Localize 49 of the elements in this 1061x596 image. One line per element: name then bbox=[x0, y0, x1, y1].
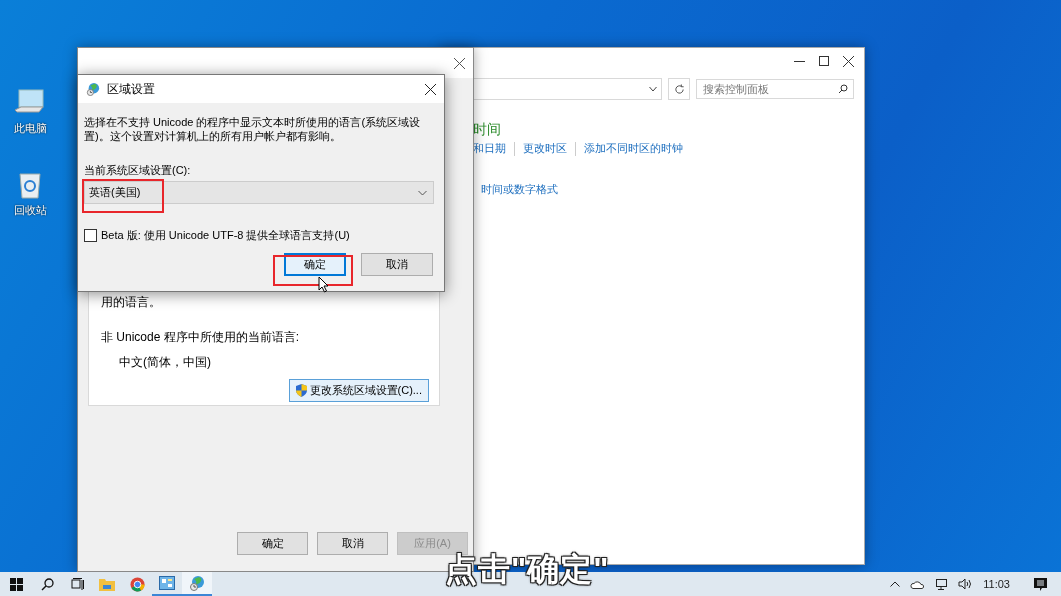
dialog-button[interactable]: 确定 bbox=[284, 253, 346, 276]
close-icon[interactable] bbox=[843, 55, 854, 67]
checkbox-label: Beta 版: 使用 Unicode UTF-8 提供全球语言支持(U) bbox=[101, 228, 350, 243]
search-icon bbox=[838, 84, 848, 94]
close-icon[interactable] bbox=[425, 83, 436, 95]
settings-link[interactable]: 时间或数字格式 bbox=[481, 182, 864, 197]
search-icon bbox=[40, 577, 54, 591]
windows-logo-icon bbox=[9, 577, 23, 591]
category-heading[interactable]: 时间 bbox=[473, 121, 864, 139]
desktop-icon-label: 回收站 bbox=[13, 203, 47, 218]
description-text: 选择在不支持 Unicode 的程序中显示文本时所使用的语言(系统区域设置)。这个设置对计算机上的所有用户帐户都有影响。 bbox=[84, 115, 422, 143]
maximize-button[interactable] bbox=[819, 56, 829, 66]
field-label: 当前系统区域设置(C): bbox=[84, 163, 192, 178]
refresh-icon bbox=[673, 83, 685, 95]
minimize-button[interactable] bbox=[794, 60, 805, 62]
task-view-icon bbox=[70, 578, 84, 590]
field-label: 非 Unicode 程序中所使用的当前语言: bbox=[101, 329, 301, 346]
taskbar-app[interactable] bbox=[182, 572, 212, 596]
close-icon[interactable] bbox=[454, 57, 465, 69]
dialog-button[interactable]: 确定 bbox=[237, 532, 308, 555]
dialog-button[interactable]: 取消 bbox=[317, 532, 388, 555]
chevron-down-icon bbox=[418, 189, 427, 196]
chevron-up-icon[interactable] bbox=[890, 581, 901, 587]
clock[interactable]: 11:03 bbox=[983, 578, 1010, 590]
refresh-button[interactable] bbox=[668, 78, 690, 100]
browser-icon bbox=[129, 576, 145, 592]
control-panel-icon bbox=[159, 576, 175, 590]
description-text: 用的语言。 bbox=[101, 294, 162, 311]
change-locale-button[interactable]: 更改系统区域设置(C)... bbox=[288, 379, 429, 402]
checkbox[interactable] bbox=[84, 229, 97, 242]
notification-icon[interactable] bbox=[1034, 577, 1047, 591]
desktop-icon-label: 此电脑 bbox=[13, 121, 47, 136]
search-field[interactable]: 搜索控制面板 bbox=[696, 79, 854, 99]
dialog-title: 区域设置 bbox=[107, 80, 156, 98]
globe-icon bbox=[86, 82, 100, 96]
chevron-down-icon[interactable] bbox=[649, 86, 657, 92]
globe-clock-icon bbox=[189, 575, 205, 591]
shield-icon bbox=[295, 384, 307, 397]
locale-dropdown[interactable]: 英语(美国) bbox=[84, 181, 434, 204]
settings-link[interactable]: 和日期 bbox=[473, 141, 506, 156]
cursor-icon bbox=[318, 276, 329, 293]
current-language: 中文(简体，中国) bbox=[119, 354, 212, 371]
volume-icon[interactable] bbox=[958, 578, 974, 590]
network-icon[interactable] bbox=[934, 578, 949, 590]
cloud-icon[interactable] bbox=[910, 579, 925, 589]
settings-link[interactable]: 更改时区 bbox=[523, 141, 567, 156]
folder-icon bbox=[99, 577, 115, 591]
settings-link[interactable]: 添加不同时区的时钟 bbox=[584, 141, 683, 156]
dialog-button[interactable]: 取消 bbox=[361, 253, 433, 276]
